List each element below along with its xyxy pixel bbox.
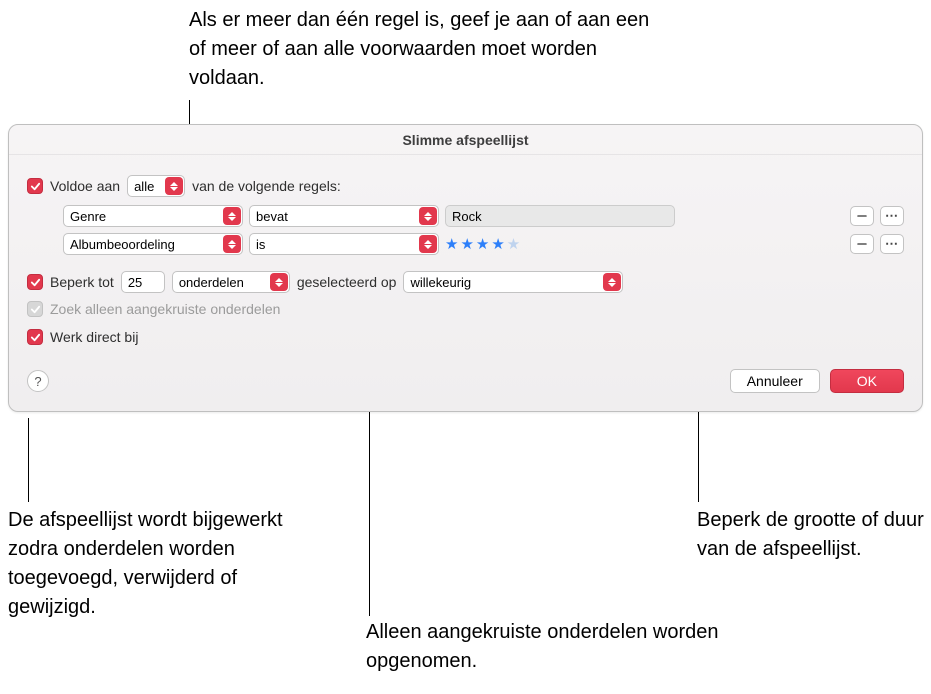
only-checked-label: Zoek alleen aangekruiste onderdelen <box>50 301 280 317</box>
rule-field-select[interactable]: Albumbeoordeling <box>63 233 243 255</box>
callout-line <box>28 418 29 502</box>
live-update-label: Werk direct bij <box>50 329 138 345</box>
limit-value-input[interactable]: 25 <box>121 271 165 293</box>
rule-op-value: is <box>256 237 265 252</box>
dialog-title: Slimme afspeellijst <box>9 125 922 155</box>
rule-value-input[interactable]: Rock <box>445 205 675 227</box>
select-stepper-icon <box>603 273 621 291</box>
live-update-row: Werk direct bij <box>27 329 904 345</box>
limit-row: Beperk tot 25 onderdelen geselecteerd op… <box>27 271 904 293</box>
match-checkbox[interactable] <box>27 178 43 194</box>
select-stepper-icon <box>165 177 183 195</box>
smart-playlist-dialog: Slimme afspeellijst Voldoe aan alle van … <box>8 124 923 412</box>
help-button[interactable]: ? <box>27 370 49 392</box>
rule-op-value: bevat <box>256 209 288 224</box>
limit-value-text: 25 <box>128 275 142 290</box>
limit-selectedby-label: geselecteerd op <box>297 274 397 290</box>
remove-rule-button[interactable] <box>850 206 874 226</box>
limit-method-select[interactable]: willekeurig <box>403 271 623 293</box>
rule-row: Genre bevat Rock ⋯ <box>63 205 904 227</box>
select-stepper-icon <box>270 273 288 291</box>
limit-prefix-label: Beperk tot <box>50 274 114 290</box>
rule-field-value: Genre <box>70 209 106 224</box>
match-mode-select[interactable]: alle <box>127 175 185 197</box>
rule-field-select[interactable]: Genre <box>63 205 243 227</box>
match-mode-value: alle <box>134 179 154 194</box>
limit-checkbox[interactable] <box>27 274 43 290</box>
rule-star-rating[interactable]: ★★★★★ <box>445 235 522 253</box>
select-stepper-icon <box>223 207 241 225</box>
limit-method-value: willekeurig <box>410 275 471 290</box>
select-stepper-icon <box>223 235 241 253</box>
callout-bottom-left: De afspeellijst wordt bijgewerkt zodra o… <box>8 506 328 622</box>
limit-unit-select[interactable]: onderdelen <box>172 271 290 293</box>
rule-op-select[interactable]: is <box>249 233 439 255</box>
match-row: Voldoe aan alle van de volgende regels: <box>27 175 904 197</box>
callout-bottom-right: Beperk de grootte of duur van de afspeel… <box>697 506 927 564</box>
remove-rule-button[interactable] <box>850 234 874 254</box>
rule-row: Albumbeoordeling is ★★★★★ ⋯ <box>63 233 904 255</box>
rule-options-button[interactable]: ⋯ <box>880 234 904 254</box>
rule-value-text: Rock <box>452 209 482 224</box>
match-suffix-label: van de volgende regels: <box>192 178 341 194</box>
rule-field-value: Albumbeoordeling <box>70 237 175 252</box>
cancel-button[interactable]: Annuleer <box>730 369 820 393</box>
match-prefix-label: Voldoe aan <box>50 178 120 194</box>
limit-unit-value: onderdelen <box>179 275 244 290</box>
live-update-checkbox[interactable] <box>27 329 43 345</box>
only-checked-row: Zoek alleen aangekruiste onderdelen <box>27 301 904 317</box>
callout-top: Als er meer dan één regel is, geef je aa… <box>189 6 669 93</box>
callout-bottom-mid: Alleen aangekruiste onderdelen worden op… <box>366 618 736 676</box>
dialog-footer: ? Annuleer OK <box>27 369 904 393</box>
rule-op-select[interactable]: bevat <box>249 205 439 227</box>
select-stepper-icon <box>419 235 437 253</box>
select-stepper-icon <box>419 207 437 225</box>
rules-container: Genre bevat Rock ⋯ Albumbeoordelin <box>63 205 904 255</box>
rule-options-button[interactable]: ⋯ <box>880 206 904 226</box>
ok-button[interactable]: OK <box>830 369 904 393</box>
only-checked-checkbox[interactable] <box>27 301 43 317</box>
